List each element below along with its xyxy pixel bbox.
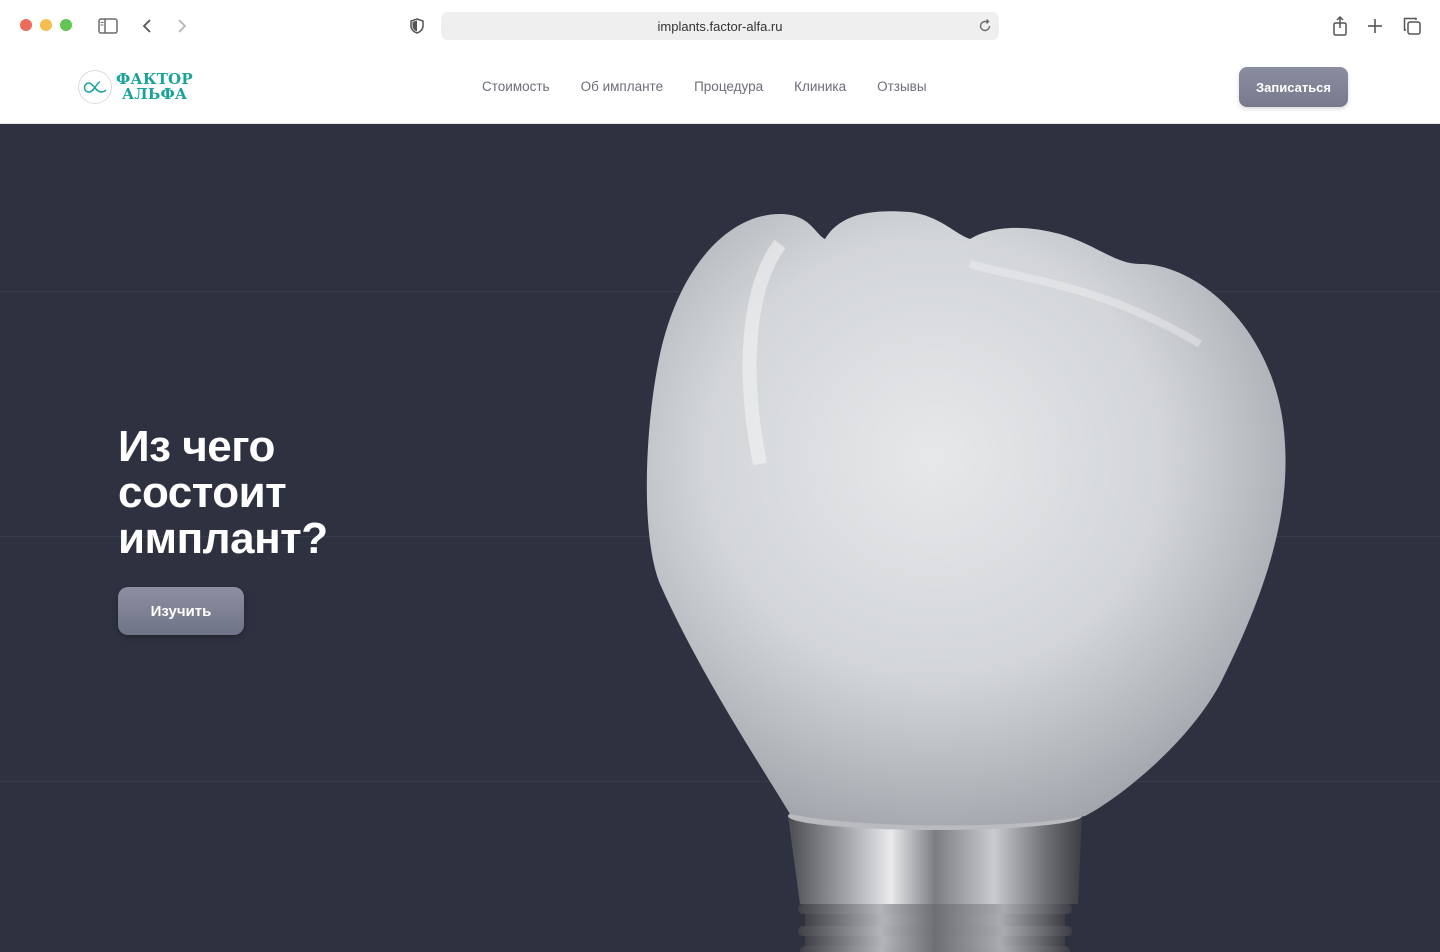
- hero-title-line-3: имплант?: [118, 514, 328, 563]
- logo-wordmark: ФАКТОР АЛЬФА: [116, 72, 193, 102]
- nav-item-reviews[interactable]: Отзывы: [877, 79, 926, 94]
- dental-implant-illustration: [646, 211, 1286, 952]
- maximize-window-button[interactable]: [60, 19, 72, 31]
- back-icon[interactable]: [135, 14, 159, 38]
- logo[interactable]: ФАКТОР АЛЬФА: [78, 70, 193, 104]
- implant-crown: [646, 211, 1286, 826]
- logo-alpha-icon: [78, 70, 112, 104]
- nav-item-procedure[interactable]: Процедура: [694, 79, 763, 94]
- reload-icon[interactable]: [977, 18, 993, 34]
- new-tab-icon[interactable]: [1363, 14, 1387, 38]
- hero-title-line-1: Из чего: [118, 422, 275, 471]
- url-text: implants.factor-alfa.ru: [657, 18, 783, 34]
- site-header: ФАКТОР АЛЬФА Стоимость Об импланте Проце…: [0, 52, 1440, 124]
- browser-toolbar: implants.factor-alfa.ru: [0, 0, 1440, 52]
- hero-section: Из чего состоит имплант? Изучить: [0, 124, 1440, 952]
- book-appointment-button[interactable]: Записаться: [1239, 67, 1348, 107]
- address-bar[interactable]: implants.factor-alfa.ru: [441, 12, 999, 40]
- main-nav: Стоимость Об импланте Процедура Клиника …: [482, 79, 958, 94]
- privacy-shield-icon[interactable]: [405, 14, 429, 38]
- forward-icon[interactable]: [170, 14, 194, 38]
- explore-button[interactable]: Изучить: [118, 587, 244, 635]
- nav-item-about-implant[interactable]: Об импланте: [581, 79, 664, 94]
- share-icon[interactable]: [1328, 14, 1352, 38]
- sidebar-toggle-icon[interactable]: [96, 14, 120, 38]
- tab-overview-icon[interactable]: [1400, 14, 1424, 38]
- minimize-window-button[interactable]: [40, 19, 52, 31]
- hero-title: Из чего состоит имплант?: [118, 424, 418, 562]
- logo-line-2: АЛЬФА: [122, 85, 188, 103]
- nav-item-clinic[interactable]: Клиника: [794, 79, 846, 94]
- nav-item-cost[interactable]: Стоимость: [482, 79, 550, 94]
- close-window-button[interactable]: [20, 19, 32, 31]
- hero-title-line-2: состоит: [118, 468, 287, 517]
